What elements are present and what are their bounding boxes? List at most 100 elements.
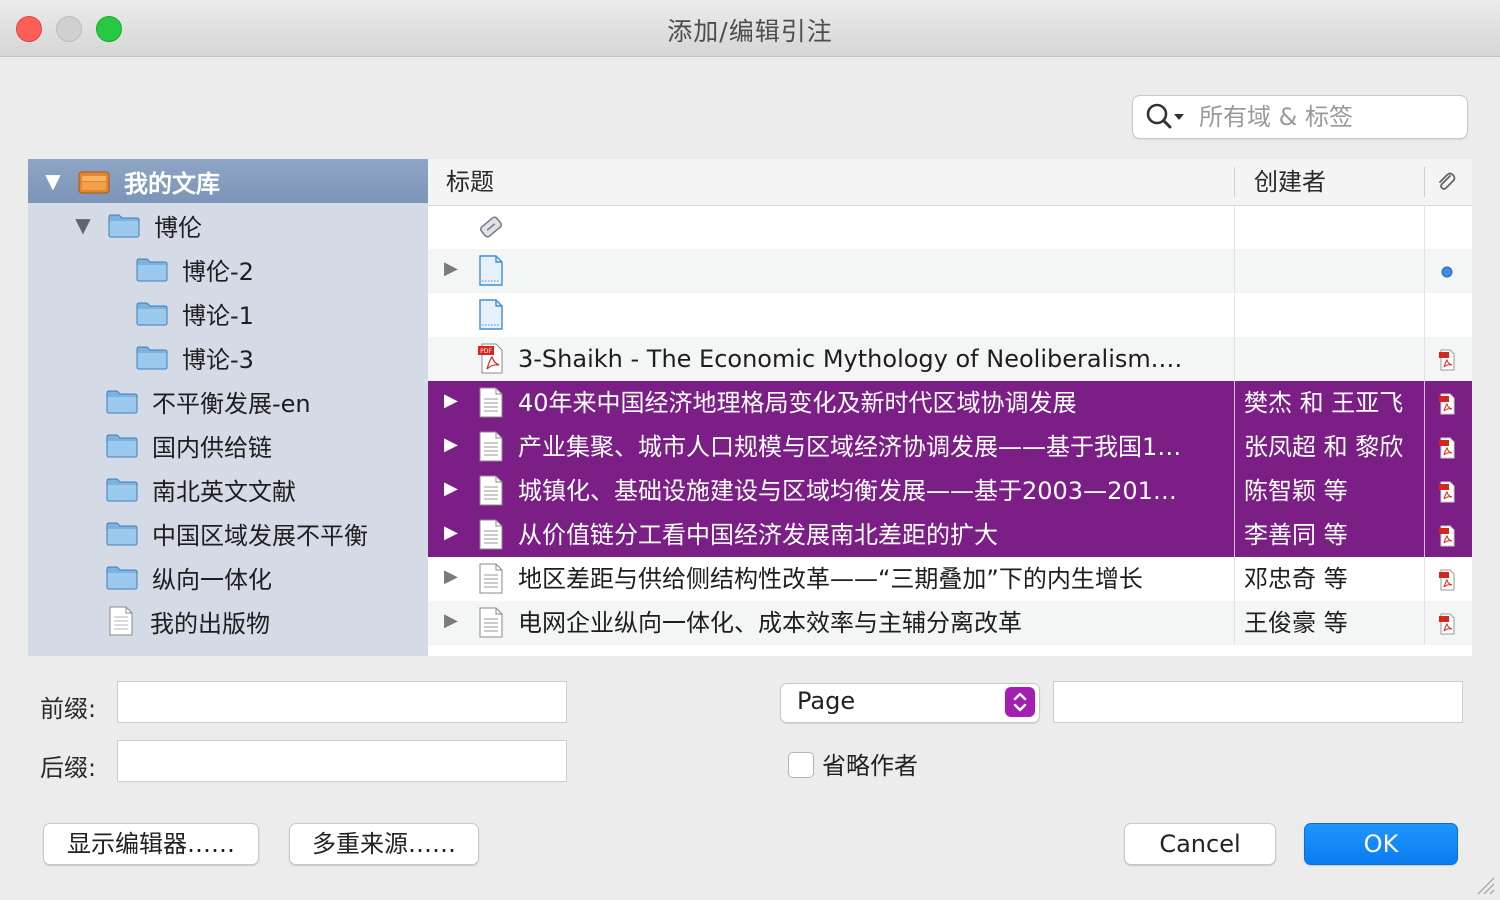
folder-icon — [136, 302, 168, 326]
article-icon — [479, 607, 503, 638]
pdf-attachment-icon[interactable] — [1436, 393, 1458, 415]
column-separator[interactable] — [1234, 167, 1235, 197]
sidebar-item-bolun-2[interactable]: 博伦-2 — [28, 247, 428, 291]
table-row[interactable]: ▶ 40年来中国经济地理格局变化及新时代区域协调发展 樊杰 和 王亚飞 — [428, 381, 1472, 425]
prefix-field-box[interactable] — [117, 681, 567, 723]
table-row[interactable]: ▶ 城镇化、基础设施建设与区域均衡发展——基于2003—201… 陈智颖 等 — [428, 469, 1472, 513]
pdf-attachment-icon[interactable] — [1436, 569, 1458, 591]
items-table[interactable]: 标题 创建者 ▶ PDF 3-Shaikh - The Economic Myt… — [428, 159, 1472, 656]
search-icon[interactable] — [1145, 102, 1191, 132]
row-title — [518, 293, 1218, 337]
row-title: 从价值链分工看中国经济发展南北差距的扩大 — [518, 521, 998, 549]
sidebar-item-uneven-development-en[interactable]: 不平衡发展-en — [28, 379, 428, 423]
row-creator — [1244, 337, 1420, 381]
article-icon — [479, 519, 503, 550]
add-edit-citation-dialog: 添加/编辑引注 ▼ 我的文库 ▼ 博伦 — [0, 0, 1500, 900]
omit-author-label[interactable]: 省略作者 — [822, 746, 918, 781]
article-icon — [479, 563, 503, 594]
svg-text:PDF: PDF — [480, 348, 492, 355]
table-row[interactable]: PDF 3-Shaikh - The Economic Mythology of… — [428, 337, 1472, 381]
sidebar-item-label: 博伦 — [154, 213, 202, 242]
show-editor-button[interactable]: 显示编辑器…… — [43, 823, 259, 865]
row-title: 3-Shaikh - The Economic Mythology of Neo… — [518, 345, 1183, 373]
row-title: 40年来中国经济地理格局变化及新时代区域协调发展 — [518, 389, 1077, 417]
column-header-title[interactable]: 标题 — [446, 159, 494, 205]
collections-sidebar[interactable]: ▼ 我的文库 ▼ 博伦 博伦-2 博论-1 博论-3 不平衡发展-en 国内供给… — [28, 159, 429, 656]
sidebar-item-label: 中国区域发展不平衡 — [152, 521, 368, 550]
web-page-icon — [479, 299, 503, 330]
prefix-input[interactable] — [118, 682, 566, 722]
locator-select-value: Page — [797, 687, 856, 715]
multiple-sources-button[interactable]: 多重来源…… — [289, 823, 479, 865]
row-title — [518, 249, 1218, 293]
article-icon — [479, 431, 503, 462]
expand-row-icon[interactable]: ▶ — [444, 566, 458, 587]
document-icon — [109, 606, 133, 636]
omit-author-checkbox[interactable] — [788, 752, 814, 778]
expand-row-icon[interactable]: ▶ — [444, 434, 458, 455]
select-stepper[interactable] — [1005, 687, 1035, 717]
ok-button[interactable]: OK — [1304, 823, 1458, 865]
sidebar-item-my-library[interactable]: ▼ 我的文库 — [28, 159, 428, 203]
locator-field-box[interactable] — [1053, 681, 1463, 723]
column-separator[interactable] — [1424, 167, 1425, 197]
expand-row-icon[interactable]: ▶ — [444, 478, 458, 499]
suffix-field-box[interactable] — [117, 740, 567, 782]
expand-row-icon[interactable]: ▶ — [444, 258, 458, 279]
sidebar-item-label: 南北英文文献 — [152, 477, 296, 506]
disclosure-expanded-icon[interactable]: ▼ — [72, 213, 94, 237]
pdf-attachment-icon[interactable] — [1436, 525, 1458, 547]
row-title: 城镇化、基础设施建设与区域均衡发展——基于2003—201… — [518, 477, 1177, 505]
sidebar-item-label: 博论-3 — [182, 345, 254, 374]
cancel-button[interactable]: Cancel — [1124, 823, 1276, 865]
pdf-attachment-icon[interactable] — [1436, 481, 1458, 503]
sidebar-item-label: 纵向一体化 — [152, 565, 272, 594]
table-header: 标题 创建者 — [428, 159, 1472, 206]
article-icon — [479, 387, 503, 418]
paperclip-icon[interactable] — [1434, 170, 1458, 194]
table-row[interactable] — [428, 205, 1472, 249]
sidebar-item-north-south-english[interactable]: 南北英文文献 — [28, 467, 428, 511]
sidebar-item-bolun-3[interactable]: 博论-3 — [28, 335, 428, 379]
sidebar-item-label: 我的文库 — [124, 169, 220, 198]
resize-grip-icon[interactable] — [1474, 874, 1496, 896]
sidebar-item-vertical-integration[interactable]: 纵向一体化 — [28, 555, 428, 599]
folder-icon — [136, 346, 168, 370]
table-row[interactable]: ▶ 产业集聚、城市人口规模与区域经济协调发展——基于我国1… 张凤超 和 黎欣 — [428, 425, 1472, 469]
chevron-up-down-icon — [1013, 692, 1027, 712]
sidebar-item-my-publications[interactable]: 我的出版物 — [28, 599, 428, 643]
web-page-icon — [479, 255, 503, 286]
sidebar-item-bolun[interactable]: ▼ 博伦 — [28, 203, 428, 247]
sidebar-item-label: 博论-1 — [182, 301, 254, 330]
table-row[interactable]: ▶ 地区差距与供给侧结构性改革——“三期叠加”下的内生增长 邓忠奇 等 — [428, 557, 1472, 601]
expand-row-icon[interactable]: ▶ — [444, 522, 458, 543]
sidebar-item-label: 博伦-2 — [182, 257, 254, 286]
table-row[interactable]: ▶ — [428, 249, 1472, 293]
search-input[interactable] — [1197, 101, 1461, 133]
suffix-label: 后缀: — [40, 754, 97, 782]
suffix-input[interactable] — [118, 741, 566, 781]
locator-input[interactable] — [1054, 682, 1462, 722]
folder-icon — [108, 214, 140, 238]
sidebar-item-bolun-1[interactable]: 博论-1 — [28, 291, 428, 335]
pdf-attachment-icon[interactable] — [1436, 437, 1458, 459]
expand-row-icon[interactable]: ▶ — [444, 390, 458, 411]
search-box[interactable] — [1132, 95, 1468, 139]
sidebar-item-domestic-supply-chain[interactable]: 国内供给链 — [28, 423, 428, 467]
sidebar-item-label: 不平衡发展-en — [152, 389, 311, 418]
row-creator: 陈智颖 等 — [1244, 477, 1348, 505]
folder-icon — [136, 258, 168, 282]
table-row[interactable] — [428, 293, 1472, 337]
table-row[interactable]: ▶ 从价值链分工看中国经济发展南北差距的扩大 李善同 等 — [428, 513, 1472, 557]
column-header-creator[interactable]: 创建者 — [1254, 159, 1326, 205]
sidebar-item-label: 国内供给链 — [152, 433, 272, 462]
row-title — [518, 205, 1218, 249]
pdf-attachment-icon[interactable] — [1436, 349, 1458, 371]
expand-row-icon[interactable]: ▶ — [444, 610, 458, 631]
pdf-attachment-icon[interactable] — [1436, 613, 1458, 635]
attachment-dot-icon[interactable] — [1436, 261, 1458, 283]
table-row[interactable]: ▶ 电网企业纵向一体化、成本效率与主辅分离改革 王俊豪 等 — [428, 601, 1472, 645]
locator-select[interactable]: Page — [780, 683, 1040, 723]
disclosure-expanded-icon[interactable]: ▼ — [42, 169, 64, 193]
sidebar-item-china-regional-imbalance[interactable]: 中国区域发展不平衡 — [28, 511, 428, 555]
